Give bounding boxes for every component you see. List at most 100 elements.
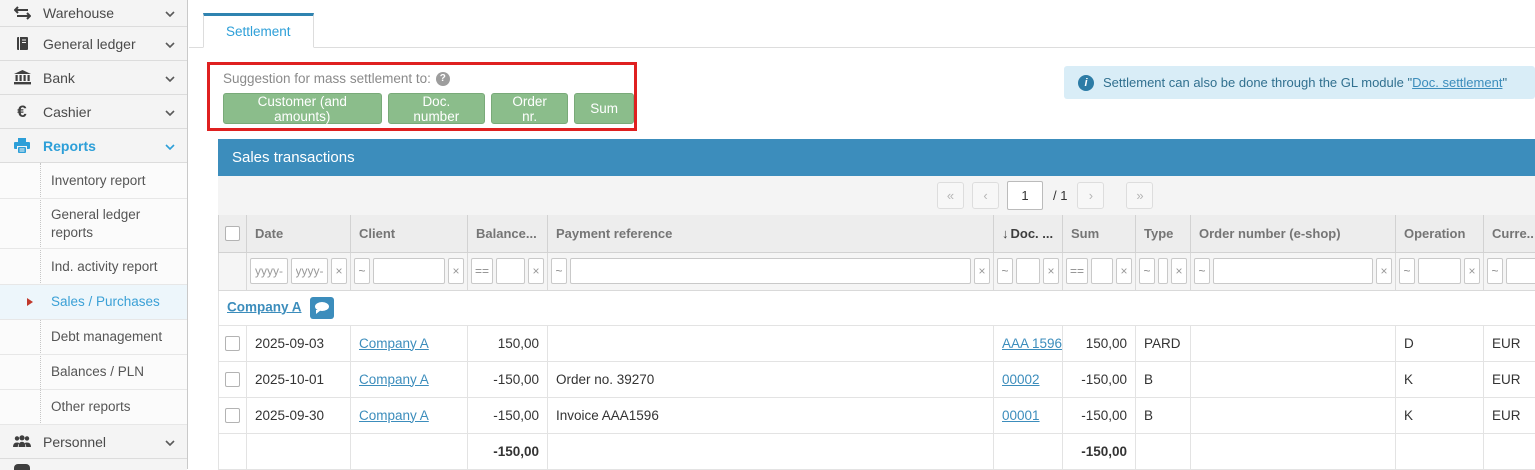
column-header-payment-reference[interactable]: Payment reference bbox=[548, 215, 994, 252]
sidebar-item-inventory-report[interactable]: Inventory report bbox=[0, 163, 187, 199]
cell-date: 2025-09-03 bbox=[247, 325, 351, 361]
clear-filter-button[interactable]: × bbox=[974, 258, 990, 284]
sidebar-item-debt-management[interactable]: Debt management bbox=[0, 320, 187, 355]
column-header-operation[interactable]: Operation bbox=[1396, 215, 1484, 252]
pagination-next-button[interactable]: › bbox=[1077, 182, 1104, 209]
sidebar-item-partial[interactable] bbox=[0, 459, 187, 470]
pagination-page-input[interactable] bbox=[1007, 181, 1043, 210]
operation-filter-input[interactable] bbox=[1418, 258, 1461, 284]
mass-settlement-annotation-box: Suggestion for mass settlement to: ? Cus… bbox=[207, 62, 637, 131]
column-header-balance[interactable]: Balance... bbox=[468, 215, 548, 252]
order-nr-button[interactable]: Order nr. bbox=[491, 93, 568, 124]
column-header-date[interactable]: Date bbox=[247, 215, 351, 252]
sub-item-label: Other reports bbox=[51, 398, 131, 416]
sidebar-item-label: Reports bbox=[43, 138, 154, 154]
row-checkbox[interactable] bbox=[225, 336, 240, 351]
cell-order-number bbox=[1191, 325, 1396, 361]
sidebar-item-cashier[interactable]: € Cashier bbox=[0, 95, 187, 129]
sidebar-item-personnel[interactable]: Personnel bbox=[0, 425, 187, 459]
info-text-before: Settlement can also be done through the … bbox=[1103, 75, 1412, 90]
sidebar-item-ind-activity-report[interactable]: Ind. activity report bbox=[0, 249, 187, 285]
info-text-after: " bbox=[1502, 75, 1507, 90]
doc-number-button[interactable]: Doc. number bbox=[388, 93, 486, 124]
sidebar-item-sales-purchases[interactable]: Sales / Purchases bbox=[0, 285, 187, 320]
cell-order-number bbox=[1191, 397, 1396, 433]
cell-date: 2025-09-30 bbox=[247, 397, 351, 433]
table-row: 2025-10-01 Company A -150,00 Order no. 3… bbox=[219, 361, 1535, 397]
sidebar-item-warehouse[interactable]: Warehouse bbox=[0, 0, 187, 27]
column-header-currency[interactable]: Curre.. bbox=[1484, 215, 1535, 252]
sidebar-item-label: Cashier bbox=[43, 104, 154, 120]
sidebar-item-label: General ledger bbox=[43, 36, 154, 52]
clear-filter-button[interactable]: × bbox=[448, 258, 464, 284]
clear-filter-button[interactable]: × bbox=[1043, 258, 1059, 284]
clear-filter-button[interactable]: × bbox=[1116, 258, 1132, 284]
sales-transactions-table: Date Client Balance... Payment reference… bbox=[218, 215, 1535, 470]
client-group-link[interactable]: Company A bbox=[227, 299, 302, 314]
sidebar-item-other-reports[interactable]: Other reports bbox=[0, 390, 187, 425]
mass-settlement-label: Suggestion for mass settlement to: ? bbox=[223, 71, 450, 86]
column-header-type[interactable]: Type bbox=[1136, 215, 1191, 252]
sidebar-item-reports[interactable]: Reports bbox=[0, 129, 187, 163]
client-link[interactable]: Company A bbox=[359, 408, 429, 423]
clear-filter-button[interactable]: × bbox=[528, 258, 544, 284]
reports-submenu: Inventory report General ledger reports … bbox=[0, 163, 187, 425]
comment-icon[interactable] bbox=[310, 297, 334, 319]
column-header-client[interactable]: Client bbox=[351, 215, 468, 252]
order-number-filter-input[interactable] bbox=[1213, 258, 1373, 284]
sum-filter-input[interactable] bbox=[1091, 258, 1113, 284]
sub-item-label: Balances / PLN bbox=[51, 363, 144, 381]
clear-filter-button[interactable]: × bbox=[1464, 258, 1480, 284]
contains-operator: ~ bbox=[1487, 258, 1503, 284]
client-link[interactable]: Company A bbox=[359, 336, 429, 351]
chevron-down-icon bbox=[165, 433, 175, 451]
client-link[interactable]: Company A bbox=[359, 372, 429, 387]
sum-button[interactable]: Sum bbox=[574, 93, 634, 124]
column-header-doc[interactable]: ↓Doc. ... bbox=[994, 215, 1063, 252]
mass-settlement-label-text: Suggestion for mass settlement to: bbox=[223, 71, 431, 86]
column-header-order-number[interactable]: Order number (e-shop) bbox=[1191, 215, 1396, 252]
pagination-prev-button[interactable]: ‹ bbox=[972, 182, 999, 209]
total-sum: -150,00 bbox=[1063, 433, 1136, 469]
currency-filter-input[interactable] bbox=[1506, 258, 1535, 284]
sidebar-item-general-ledger[interactable]: General ledger bbox=[0, 27, 187, 61]
contains-operator: ~ bbox=[551, 258, 567, 284]
doc-link[interactable]: 00001 bbox=[1002, 408, 1040, 423]
help-icon[interactable]: ? bbox=[436, 72, 450, 86]
balance-filter-input[interactable] bbox=[496, 258, 525, 284]
chevron-down-icon bbox=[165, 69, 175, 87]
row-checkbox[interactable] bbox=[225, 372, 240, 387]
sidebar-item-bank[interactable]: Bank bbox=[0, 61, 187, 95]
pagination-first-button[interactable]: « bbox=[937, 182, 964, 209]
date-from-filter-input[interactable] bbox=[250, 258, 288, 284]
pagination-last-button[interactable]: » bbox=[1126, 182, 1153, 209]
doc-link[interactable]: AAA 1596 bbox=[1002, 336, 1062, 351]
select-all-checkbox[interactable] bbox=[225, 226, 240, 241]
sidebar-item-general-ledger-reports[interactable]: General ledger reports bbox=[0, 199, 187, 249]
clear-filter-button[interactable]: × bbox=[331, 258, 347, 284]
main-content: Settlement Suggestion for mass settlemen… bbox=[189, 0, 1535, 469]
sidebar-item-balances-pln[interactable]: Balances / PLN bbox=[0, 355, 187, 390]
cell-currency: EUR bbox=[1484, 361, 1535, 397]
column-header-sum[interactable]: Sum bbox=[1063, 215, 1136, 252]
client-filter-input[interactable] bbox=[373, 258, 445, 284]
panel-title: Sales transactions bbox=[218, 139, 1535, 176]
clear-filter-button[interactable]: × bbox=[1171, 258, 1187, 284]
sub-item-label: General ledger reports bbox=[51, 206, 161, 241]
chevron-down-icon bbox=[165, 103, 175, 121]
sub-item-label: Debt management bbox=[51, 328, 162, 346]
customer-and-amounts-button[interactable]: Customer (and amounts) bbox=[223, 93, 382, 124]
cell-operation: K bbox=[1396, 397, 1484, 433]
doc-settlement-link[interactable]: Doc. settlement bbox=[1412, 75, 1502, 90]
tab-settlement[interactable]: Settlement bbox=[203, 13, 314, 48]
date-to-filter-input[interactable] bbox=[291, 258, 329, 284]
sidebar-item-label: Bank bbox=[43, 70, 154, 86]
row-checkbox[interactable] bbox=[225, 408, 240, 423]
clear-filter-button[interactable]: × bbox=[1376, 258, 1392, 284]
doc-link[interactable]: 00002 bbox=[1002, 372, 1040, 387]
sidebar-item-label: Personnel bbox=[43, 434, 154, 450]
type-filter-input[interactable] bbox=[1158, 258, 1168, 284]
cell-operation: D bbox=[1396, 325, 1484, 361]
payment-reference-filter-input[interactable] bbox=[570, 258, 971, 284]
doc-filter-input[interactable] bbox=[1016, 258, 1040, 284]
